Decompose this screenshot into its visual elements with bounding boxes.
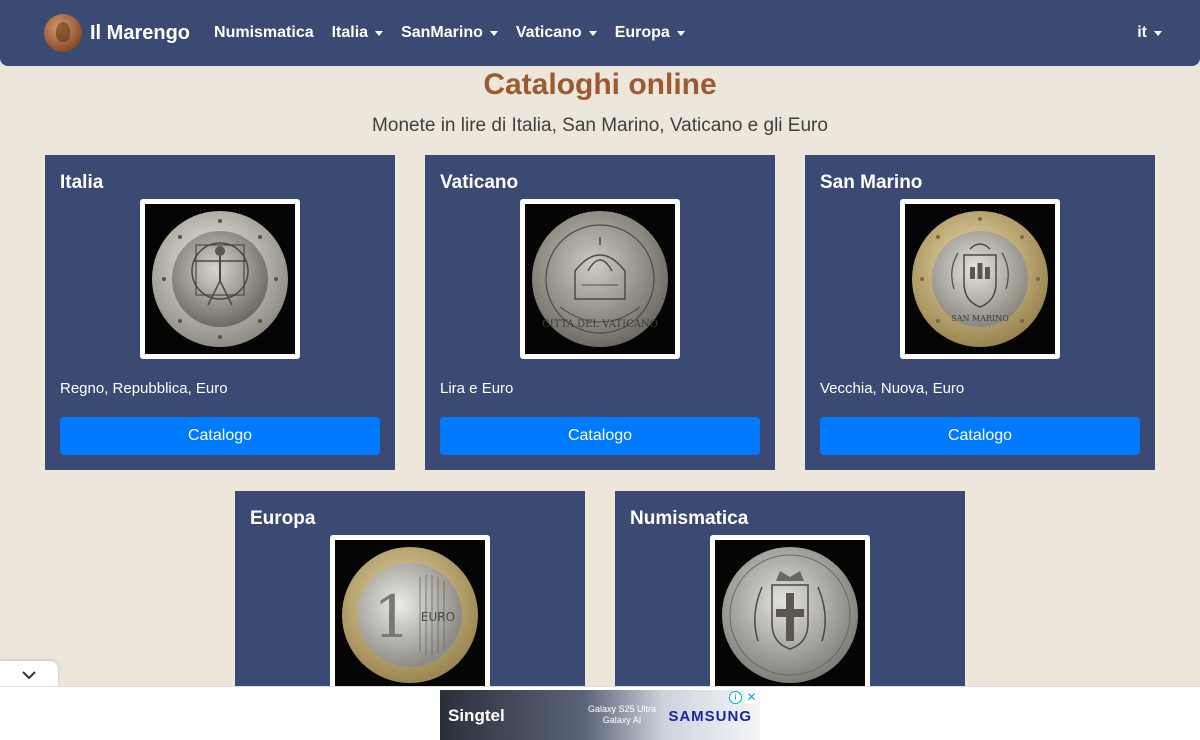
nav-item-sanmarino-dropdown[interactable]: SanMarino bbox=[401, 24, 498, 42]
catalogo-button-italia[interactable]: Catalogo bbox=[60, 417, 380, 455]
chevron-down-icon bbox=[22, 670, 36, 679]
caret-down-icon bbox=[1154, 30, 1162, 36]
page-subtitle: Monete in lire di Italia, San Marino, Va… bbox=[372, 115, 828, 136]
nav-item-label: Europa bbox=[614, 24, 670, 41]
coin-sanmarino-euro-icon: SAN MARINO bbox=[905, 204, 1055, 354]
svg-text:CITTA DEL VATICANO: CITTA DEL VATICANO bbox=[542, 319, 658, 330]
caret-down-icon bbox=[489, 30, 498, 36]
coin-vaticano-euro-icon: CITTA DEL VATICANO bbox=[525, 204, 675, 354]
catalogo-button-sanmarino[interactable]: Catalogo bbox=[820, 417, 1140, 455]
svg-text:1: 1 bbox=[374, 583, 411, 651]
caret-down-icon bbox=[676, 30, 685, 36]
card-description: Regno, Repubblica, Euro bbox=[60, 380, 228, 397]
language-dropdown[interactable]: it bbox=[1137, 24, 1162, 42]
catalog-card-vaticano: Vaticano CITTA DEL VATICANO Lira e Euro … bbox=[425, 155, 775, 470]
page-title: Cataloghi online bbox=[483, 68, 717, 101]
card-title: Vaticano bbox=[440, 172, 519, 193]
nav-item-vaticano-dropdown[interactable]: Vaticano bbox=[516, 24, 597, 42]
ad-advertiser: Singtel bbox=[448, 706, 505, 725]
coin-regno-lira-icon bbox=[715, 540, 865, 690]
nav-item-label: Vaticano bbox=[515, 24, 582, 41]
card-title: Numismatica bbox=[630, 508, 749, 529]
coin-image-frame: CITTA DEL VATICANO bbox=[520, 199, 680, 359]
card-title: San Marino bbox=[820, 172, 923, 193]
nav-item-europa-dropdown[interactable]: Europa bbox=[615, 24, 685, 42]
catalog-card-sanmarino: San Marino SAN MARINO Vecchia, Nuova, Eu… bbox=[805, 155, 1155, 470]
card-description: Vecchia, Nuova, Euro bbox=[820, 380, 965, 397]
ad-brand: SAMSUNG bbox=[668, 708, 752, 725]
svg-text:SAN MARINO: SAN MARINO bbox=[951, 314, 1009, 323]
svg-text:EURO: EURO bbox=[421, 610, 455, 624]
ad-product-text: Galaxy S25 Ultra Galaxy AI bbox=[588, 704, 656, 726]
brand-link[interactable]: Il Marengo bbox=[44, 14, 190, 52]
caret-down-icon bbox=[588, 30, 597, 36]
nav-item-numismatica[interactable]: Numismatica bbox=[214, 24, 314, 42]
advertisement-banner[interactable]: Singtel Galaxy S25 Ultra Galaxy AI SAMSU… bbox=[440, 690, 760, 740]
collapse-ad-button[interactable] bbox=[0, 661, 58, 688]
caret-down-icon bbox=[375, 30, 384, 36]
card-title: Europa bbox=[250, 508, 316, 529]
coin-image-frame bbox=[710, 535, 870, 695]
catalogo-button-vaticano[interactable]: Catalogo bbox=[440, 417, 760, 455]
language-label: it bbox=[1137, 24, 1147, 41]
ad-close-icon[interactable]: ✕ bbox=[745, 691, 758, 704]
ad-product-line1: Galaxy S25 Ultra bbox=[588, 704, 657, 714]
brand-name: Il Marengo bbox=[90, 21, 191, 44]
card-description: Lira e Euro bbox=[440, 380, 514, 397]
nav-item-label: Italia bbox=[331, 24, 369, 41]
nav-item-label: SanMarino bbox=[401, 24, 483, 41]
marengo-coin-logo-icon bbox=[44, 14, 82, 52]
coin-europa-euro-icon: 1 EURO bbox=[335, 540, 485, 690]
coin-image-frame: SAN MARINO bbox=[900, 199, 1060, 359]
card-title: Italia bbox=[60, 172, 104, 193]
top-navbar: Il Marengo Numismatica Italia SanMarino … bbox=[0, 0, 1200, 66]
ad-product-line2: Galaxy AI bbox=[602, 715, 642, 725]
coin-italia-euro-icon bbox=[145, 204, 295, 354]
nav-item-italia-dropdown[interactable]: Italia bbox=[331, 24, 384, 42]
nav-item-label: Numismatica bbox=[214, 24, 314, 41]
ad-info-icon[interactable]: i bbox=[729, 691, 742, 704]
catalog-card-italia: Italia Regno, Repubblica, Euro Catalogo bbox=[45, 155, 395, 470]
coin-image-frame: 1 EURO bbox=[330, 535, 490, 695]
coin-image-frame bbox=[140, 199, 300, 359]
